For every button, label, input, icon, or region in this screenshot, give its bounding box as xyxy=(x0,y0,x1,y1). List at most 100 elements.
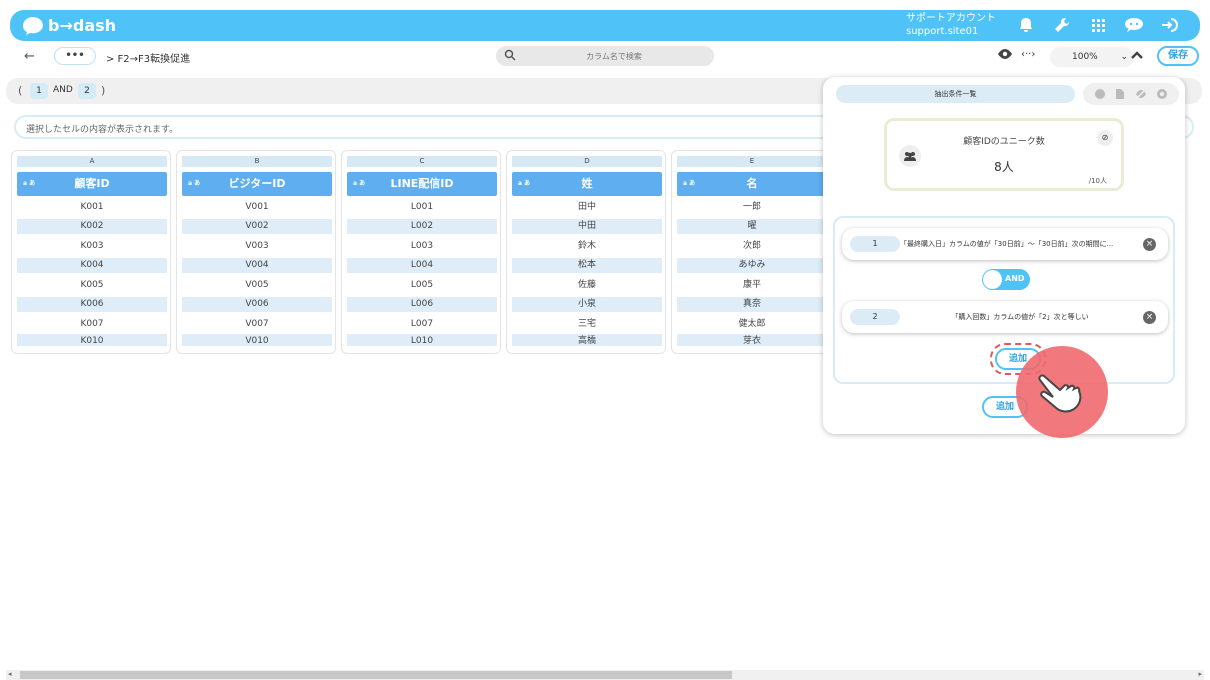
account-info[interactable]: サポートアカウント support.site01 xyxy=(906,12,996,38)
close-paren: ) xyxy=(101,84,106,97)
table-cell[interactable]: 一郎 xyxy=(677,200,827,215)
pointing-hand-icon xyxy=(1038,374,1082,413)
table-cell[interactable]: L001 xyxy=(347,200,497,215)
column-header[interactable]: a あ ビジターID xyxy=(182,172,332,196)
table-cell[interactable]: V006 xyxy=(182,297,332,312)
column-letter[interactable]: B xyxy=(182,156,332,167)
condition-chip-1[interactable]: 1 xyxy=(30,83,48,99)
table-cell[interactable]: 中田 xyxy=(512,219,662,234)
table-cell[interactable]: K006 xyxy=(17,297,167,312)
condition-chip-2[interactable]: 2 xyxy=(78,83,96,99)
table-cell[interactable]: K010 xyxy=(17,334,167,346)
breadcrumb[interactable]: > F2→F3転換促進 xyxy=(106,50,190,65)
scroll-left-icon[interactable]: ◂ xyxy=(8,670,12,678)
scrollbar-thumb[interactable] xyxy=(20,671,732,679)
settings-icon[interactable] xyxy=(1156,88,1168,100)
cell-content-placeholder: 選択したセルの内容が表示されます。 xyxy=(26,125,179,135)
column-a: Aa あ 顧客ID K001 K002 K003 K004 K005 K006 K007 K010 xyxy=(11,150,171,354)
tab-condition-list[interactable]: 抽出条件一覧 xyxy=(836,85,1075,103)
hide-icon[interactable] xyxy=(1135,88,1147,100)
app-logo[interactable]: b→dash xyxy=(22,16,116,36)
zoom-select[interactable]: 100% ⌄ xyxy=(1050,47,1134,67)
table-cell[interactable]: L004 xyxy=(347,258,497,273)
wrench-icon[interactable] xyxy=(1051,14,1073,36)
table-cell[interactable]: V002 xyxy=(182,219,332,234)
table-cell[interactable]: L006 xyxy=(347,297,497,312)
chat-support-icon[interactable] xyxy=(1123,14,1145,36)
scroll-right-icon[interactable]: ▸ xyxy=(1198,670,1202,678)
card-title: 顧客IDのユニーク数 xyxy=(963,137,1045,147)
table-cell[interactable]: 曜 xyxy=(677,219,827,234)
app-name: b→dash xyxy=(48,16,117,35)
table-cell[interactable]: V003 xyxy=(182,239,332,254)
table-cell[interactable]: 松本 xyxy=(512,258,662,273)
table-cell[interactable]: L007 xyxy=(347,317,497,332)
search-icon xyxy=(504,49,516,61)
table-cell[interactable]: L003 xyxy=(347,239,497,254)
column-name: ビジターID xyxy=(228,177,286,190)
column-header[interactable]: a あ LINE配信ID xyxy=(347,172,497,196)
column-letter[interactable]: C xyxy=(347,156,497,167)
unpin-icon[interactable]: ⊘ xyxy=(1097,130,1113,146)
swap-columns-icon[interactable]: ‹··› xyxy=(1021,49,1035,60)
table-cell[interactable]: K007 xyxy=(17,317,167,332)
and-or-toggle[interactable]: AND xyxy=(982,269,1030,290)
zoom-value: 100% xyxy=(1072,52,1098,62)
table-cell[interactable]: L002 xyxy=(347,219,497,234)
column-name: 名 xyxy=(746,177,758,190)
remove-condition-icon[interactable]: × xyxy=(1143,311,1156,324)
table-cell[interactable]: K003 xyxy=(17,239,167,254)
table-cell[interactable]: V010 xyxy=(182,334,332,346)
table-cell[interactable]: 健太郎 xyxy=(677,317,827,332)
table-cell[interactable]: L010 xyxy=(347,334,497,346)
condition-row-1[interactable]: 1 「最終購入日」カラムの値が「30日前」～「30日前」次の期間に... × xyxy=(842,228,1168,260)
column-d: Da あ 姓田中中田鈴木松本佐藤小泉三宅高橋 xyxy=(506,150,666,354)
table-cell[interactable]: 次郎 xyxy=(677,239,827,254)
logout-icon[interactable] xyxy=(1159,14,1181,36)
table-cell[interactable]: 康平 xyxy=(677,278,827,293)
condition-group: 1 「最終購入日」カラムの値が「30日前」～「30日前」次の期間に... × A… xyxy=(833,216,1175,384)
apps-grid-icon[interactable] xyxy=(1087,14,1109,36)
more-button[interactable]: ••• xyxy=(54,47,96,65)
table-cell[interactable]: 鈴木 xyxy=(512,239,662,254)
column-header[interactable]: a あ 顧客ID xyxy=(17,172,167,196)
condition-row-2[interactable]: 2 「購入回数」カラムの値が「2」次と等しい × xyxy=(842,301,1168,333)
column-letter[interactable]: A xyxy=(17,156,167,167)
table-cell[interactable]: 佐藤 xyxy=(512,278,662,293)
column-header[interactable]: a あ姓 xyxy=(512,172,662,196)
remove-condition-icon[interactable]: × xyxy=(1143,238,1156,251)
horizontal-scrollbar[interactable]: ◂ ▸ xyxy=(6,670,1204,680)
table-cell[interactable]: K004 xyxy=(17,258,167,273)
collapse-chevron-icon[interactable] xyxy=(1130,48,1144,62)
search-input[interactable] xyxy=(524,48,704,64)
table-cell[interactable]: 三宅 xyxy=(512,317,662,332)
bell-icon[interactable] xyxy=(1015,14,1037,36)
table-cell[interactable]: 真奈 xyxy=(677,297,827,312)
table-cell[interactable]: V001 xyxy=(182,200,332,215)
table-cell[interactable]: あゆみ xyxy=(677,258,827,273)
column-b: Ba あ ビジターID V001 V002 V003 V004 V005 V006 V007 V0… xyxy=(176,150,336,354)
table-cell[interactable]: 高橋 xyxy=(512,334,662,346)
table-cell[interactable]: 芽衣 xyxy=(677,334,827,346)
table-cell[interactable]: V007 xyxy=(182,317,332,332)
table-cell[interactable]: K002 xyxy=(17,219,167,234)
table-cell[interactable]: 田中 xyxy=(512,200,662,215)
save-button[interactable]: 保存 xyxy=(1157,46,1199,66)
table-cell[interactable]: K001 xyxy=(17,200,167,215)
column-letter[interactable]: E xyxy=(677,156,827,167)
back-arrow-icon[interactable]: ← xyxy=(24,49,35,64)
table-cell[interactable]: L005 xyxy=(347,278,497,293)
column-header[interactable]: a あ名 xyxy=(677,172,827,196)
document-icon[interactable] xyxy=(1115,88,1125,100)
and-operator: AND xyxy=(53,85,73,95)
table-cell[interactable]: V005 xyxy=(182,278,332,293)
extraction-panel: 抽出条件一覧 顧客IDのユニーク数 8人 /10人 ⊘ 1 「最終購入日」カラム… xyxy=(823,77,1185,434)
table-cell[interactable]: V004 xyxy=(182,258,332,273)
column-letter[interactable]: D xyxy=(512,156,662,167)
palette-icon[interactable] xyxy=(1094,88,1106,100)
table-cell[interactable]: K005 xyxy=(17,278,167,293)
eye-icon[interactable] xyxy=(997,48,1013,60)
text-type-icon: a あ xyxy=(188,180,201,187)
table-cell[interactable]: 小泉 xyxy=(512,297,662,312)
click-indicator xyxy=(1016,346,1108,438)
